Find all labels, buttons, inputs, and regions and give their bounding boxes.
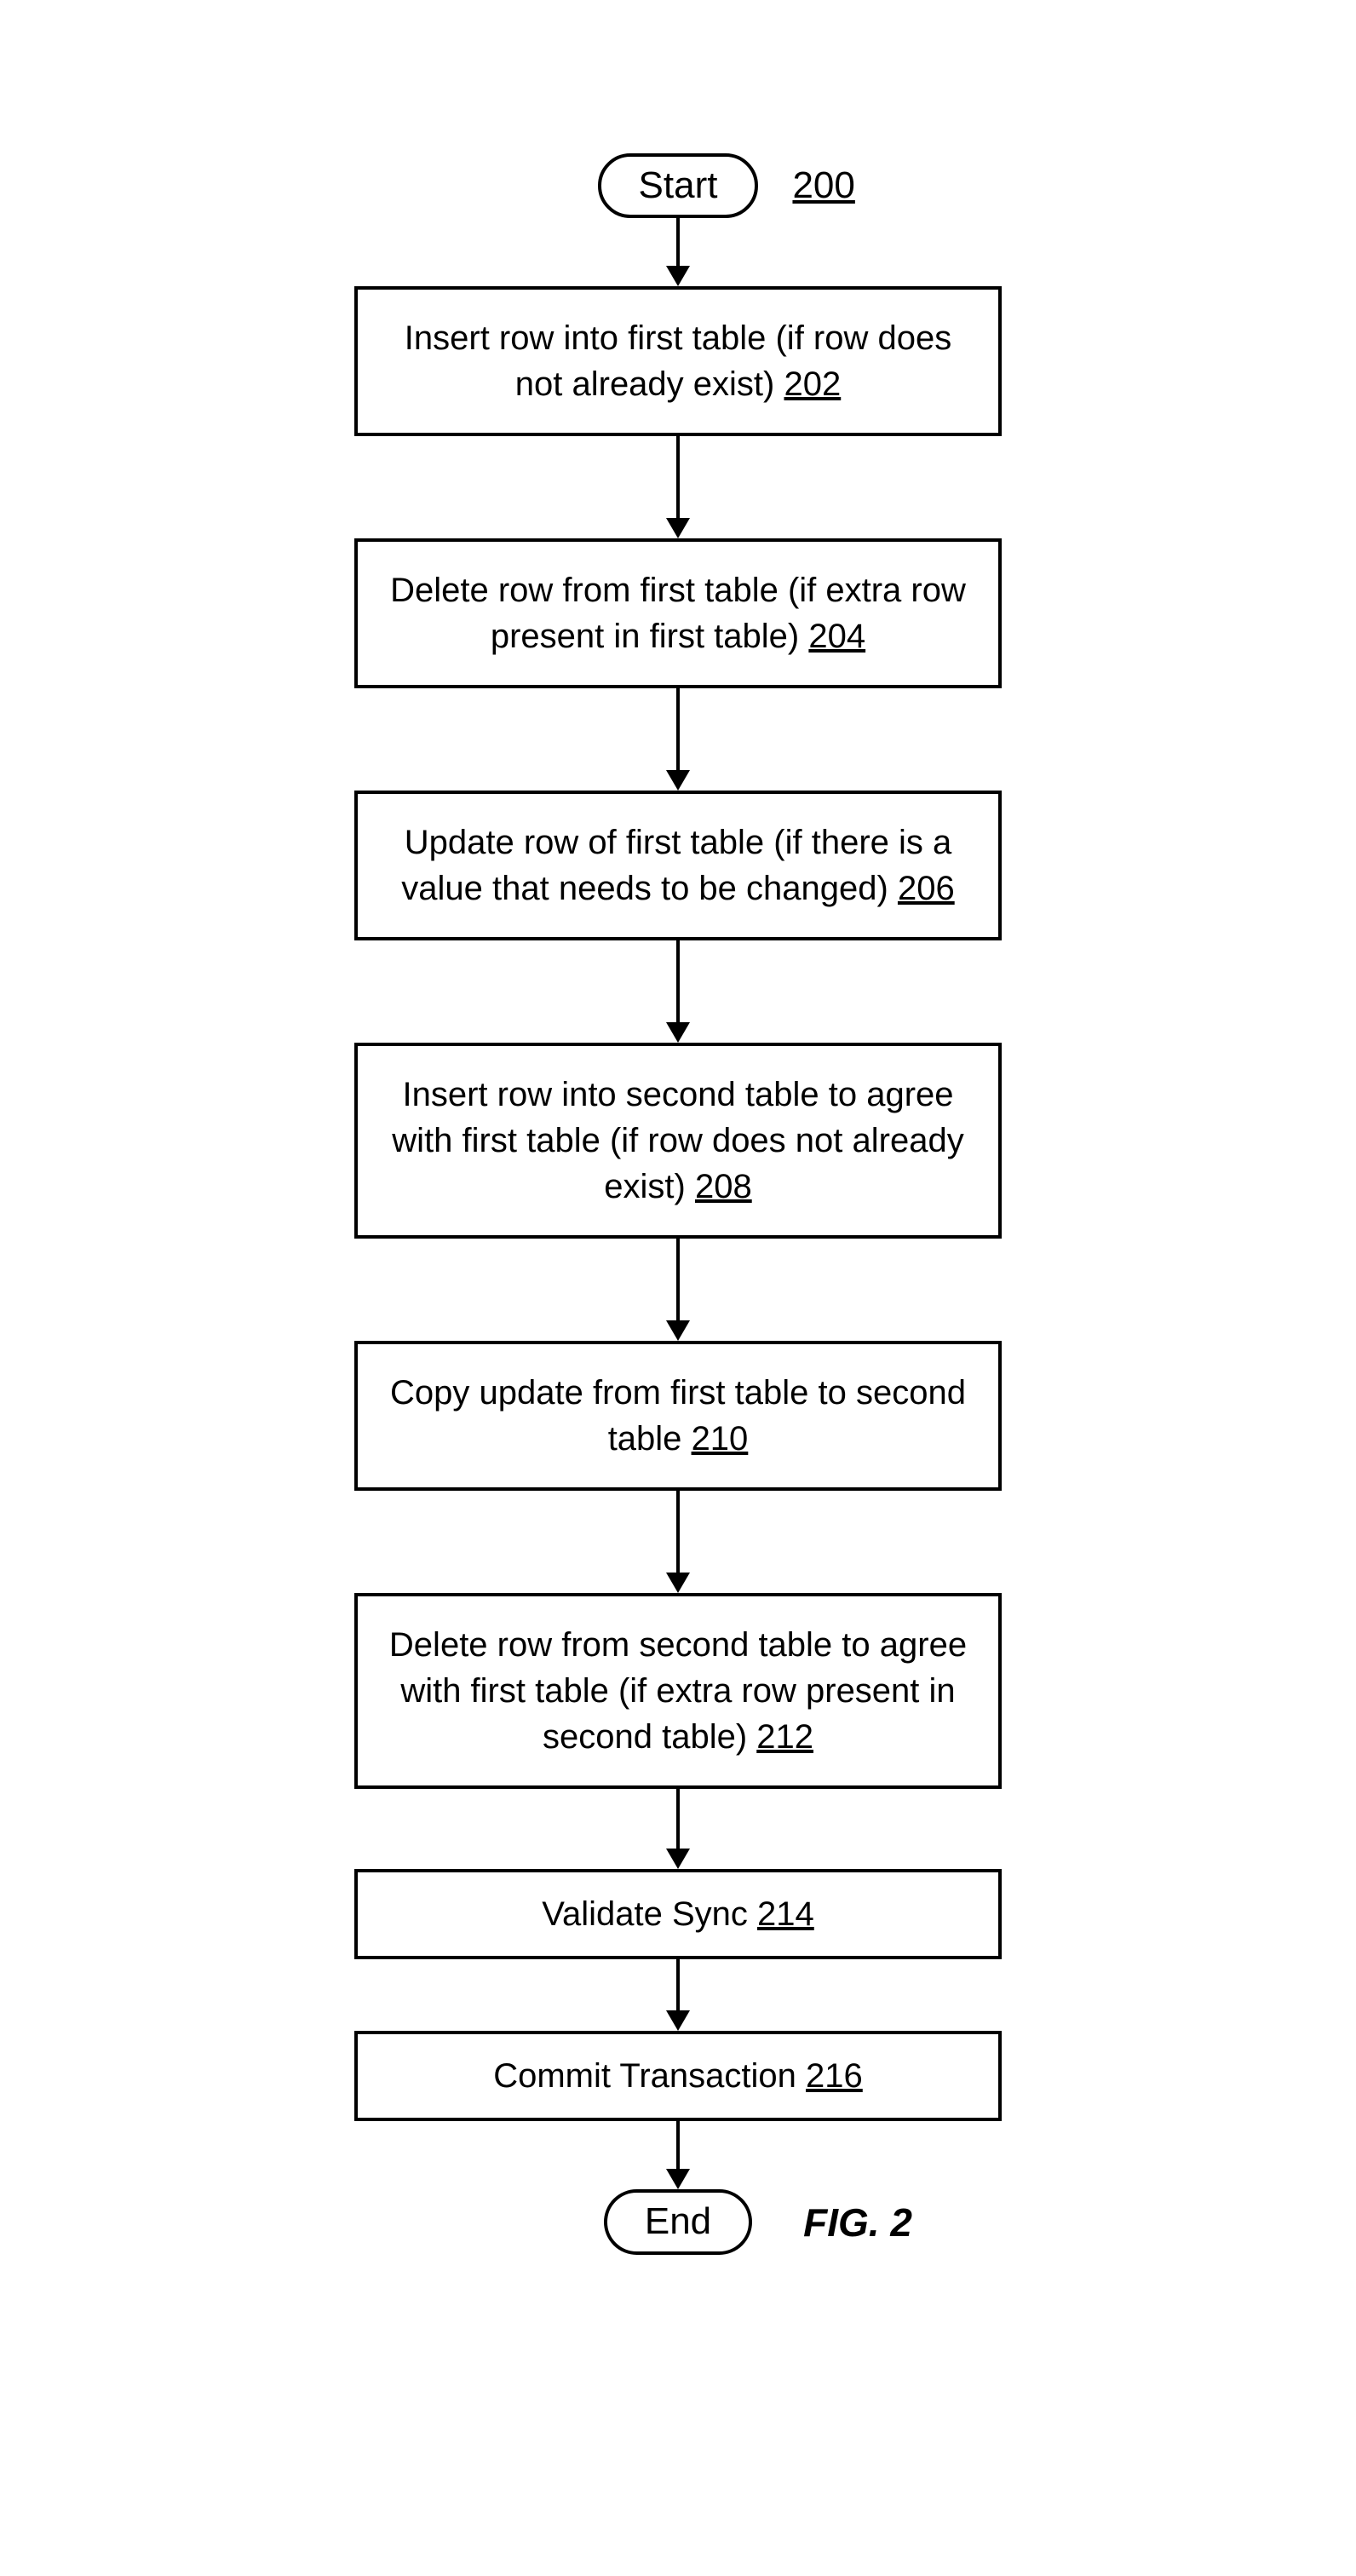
arrowhead-icon xyxy=(666,518,690,538)
arrowhead-icon xyxy=(666,1022,690,1043)
figure-label: FIG. 2 xyxy=(803,2199,912,2245)
flowchart-canvas: Start 200 Insert row into first table (i… xyxy=(0,0,1356,2576)
step-text: Commit Transaction xyxy=(493,2057,796,2095)
start-terminator: Start xyxy=(598,153,759,218)
connector-210 xyxy=(666,1491,690,1593)
connector-stem xyxy=(676,688,680,770)
connector-stem xyxy=(676,940,680,1022)
arrowhead-icon xyxy=(666,2169,690,2189)
arrowhead-icon xyxy=(666,1573,690,1593)
connector-stem xyxy=(676,436,680,518)
connector-stem xyxy=(676,1491,680,1573)
step-204: Delete row from first table (if extra ro… xyxy=(354,538,1002,688)
step-210: Copy update from first table to second t… xyxy=(354,1341,1002,1491)
connector-stem xyxy=(676,1239,680,1320)
connector-202 xyxy=(666,436,690,538)
end-terminator: End xyxy=(604,2189,752,2254)
connector-216 xyxy=(666,2121,690,2189)
step-text: Delete row from first table (if extra ro… xyxy=(390,572,966,655)
connector-208 xyxy=(666,1239,690,1341)
connector-204 xyxy=(666,688,690,791)
step-ref: 214 xyxy=(757,1895,814,1933)
connector-206 xyxy=(666,940,690,1043)
start-row: Start 200 xyxy=(598,153,759,218)
step-text: Copy update from first table to second t… xyxy=(390,1374,966,1458)
step-202: Insert row into first table (if row does… xyxy=(354,286,1002,436)
connector-214 xyxy=(666,1959,690,2031)
step-208: Insert row into second table to agree wi… xyxy=(354,1043,1002,1239)
connector-212 xyxy=(666,1789,690,1869)
step-ref: 206 xyxy=(898,870,955,907)
step-text: Insert row into second table to agree wi… xyxy=(392,1076,963,1205)
connector-stem xyxy=(676,1789,680,1849)
connector-start xyxy=(666,218,690,286)
step-ref: 210 xyxy=(692,1420,749,1458)
step-ref: 208 xyxy=(695,1168,752,1205)
step-206: Update row of first table (if there is a… xyxy=(354,791,1002,940)
flowchart-column: Start 200 Insert row into first table (i… xyxy=(354,153,1002,2255)
step-text: Update row of first table (if there is a… xyxy=(401,824,951,907)
connector-stem xyxy=(676,1959,680,2010)
step-ref: 212 xyxy=(756,1718,813,1756)
arrowhead-icon xyxy=(666,2010,690,2031)
arrowhead-icon xyxy=(666,266,690,286)
end-label: End xyxy=(645,2200,711,2242)
end-row: End FIG. 2 xyxy=(604,2189,752,2254)
arrowhead-icon xyxy=(666,1849,690,1869)
step-212: Delete row from second table to agree wi… xyxy=(354,1593,1002,1789)
arrowhead-icon xyxy=(666,1320,690,1341)
step-text: Insert row into first table (if row does… xyxy=(405,319,951,403)
start-label: Start xyxy=(639,164,718,206)
step-214: Validate Sync 214 xyxy=(354,1869,1002,1959)
step-text: Validate Sync xyxy=(542,1895,748,1933)
step-ref: 204 xyxy=(808,618,865,655)
figure-reference: 200 xyxy=(792,164,854,207)
step-216: Commit Transaction 216 xyxy=(354,2031,1002,2121)
step-ref: 216 xyxy=(806,2057,863,2095)
arrowhead-icon xyxy=(666,770,690,791)
step-text: Delete row from second table to agree wi… xyxy=(389,1626,967,1756)
connector-stem xyxy=(676,2121,680,2169)
connector-stem xyxy=(676,218,680,266)
step-ref: 202 xyxy=(784,365,841,403)
